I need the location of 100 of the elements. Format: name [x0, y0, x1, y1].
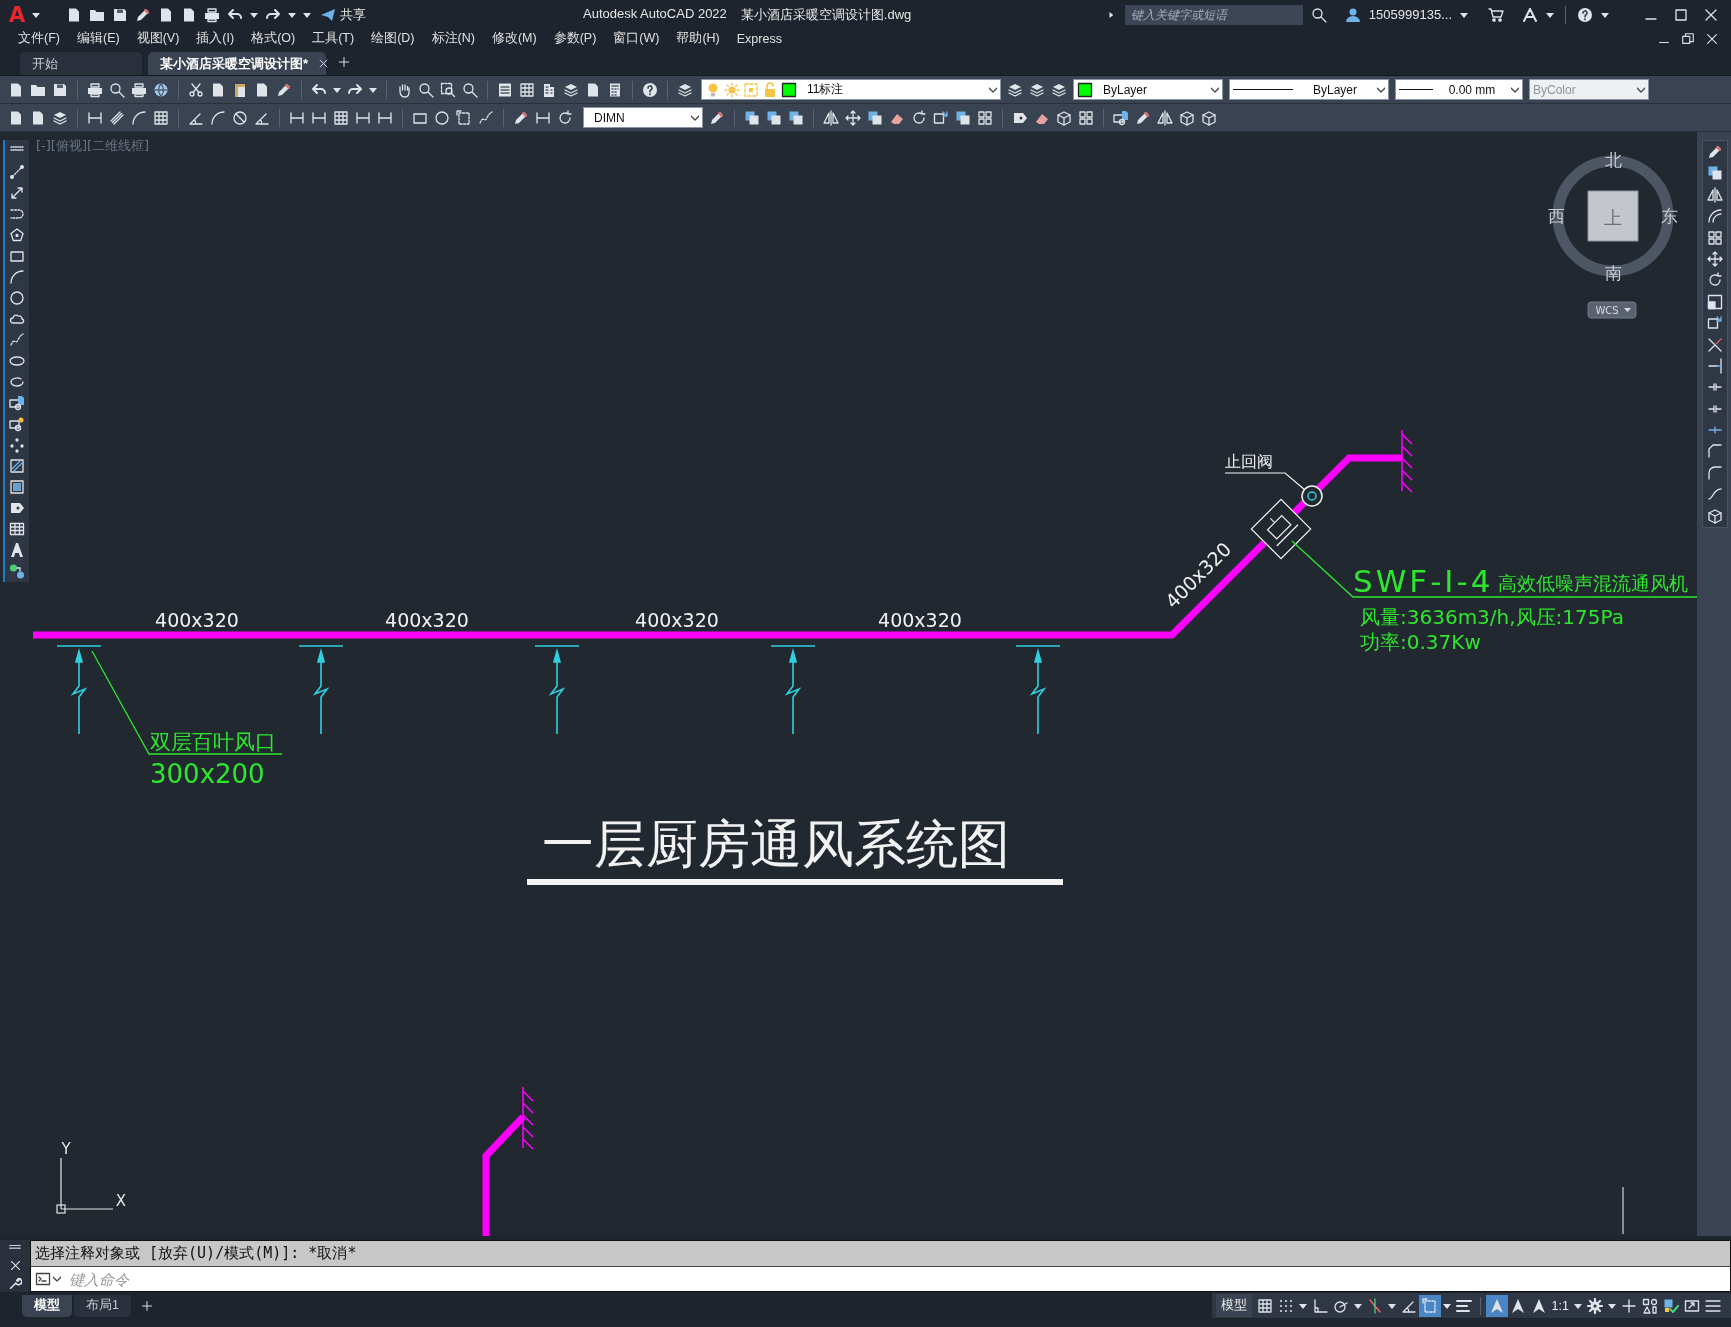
copy-icon[interactable] [744, 109, 760, 126]
document-icon[interactable] [8, 81, 24, 98]
table-icon[interactable] [9, 521, 25, 537]
compass-east-label[interactable]: 东 [1660, 206, 1678, 226]
isolate-icon[interactable] [1642, 1297, 1658, 1314]
close-icon[interactable] [1705, 31, 1719, 46]
hand-icon[interactable] [396, 81, 412, 98]
help-icon[interactable] [642, 81, 658, 98]
line-icon[interactable] [9, 164, 25, 180]
circle-icon[interactable] [9, 290, 25, 306]
mirror-icon[interactable] [1707, 186, 1723, 203]
snap-toggle-icon[interactable] [1277, 1297, 1294, 1314]
dimension-style-dropdown[interactable]: DIMN [583, 107, 703, 128]
annoscale-toggle-icon[interactable] [1530, 1297, 1547, 1314]
menu-item[interactable]: 参数(P) [553, 30, 597, 47]
gradient-icon[interactable] [9, 479, 25, 495]
array-icon[interactable] [1078, 109, 1094, 126]
grid-icon[interactable] [153, 109, 169, 126]
document-tab[interactable]: 某小酒店采暖空调设计图* [148, 52, 326, 75]
compass-north-label[interactable]: 北 [1604, 150, 1622, 170]
brush-icon[interactable] [1707, 144, 1723, 160]
move-icon[interactable] [1707, 250, 1723, 267]
share-button[interactable]: 共享 [318, 5, 369, 24]
autoscale-toggle-icon[interactable] [1509, 1297, 1526, 1314]
menu-item[interactable]: 绘图(D) [371, 30, 415, 47]
zoom-window-icon[interactable] [440, 81, 456, 98]
document-icon[interactable] [210, 81, 226, 98]
copy-icon[interactable] [1707, 165, 1723, 182]
clipboard-icon[interactable] [232, 81, 248, 98]
text-tool-icon[interactable] [9, 542, 25, 558]
cube-icon[interactable] [1707, 507, 1723, 524]
menu-icon[interactable] [1705, 1297, 1721, 1314]
menu-item[interactable]: 格式(O) [251, 30, 296, 47]
arc-icon[interactable] [210, 109, 226, 126]
extend-icon[interactable] [1707, 357, 1723, 374]
floppy-icon[interactable] [112, 6, 129, 23]
chamfer-icon[interactable] [1707, 443, 1723, 460]
brush-icon[interactable] [135, 6, 152, 23]
cube-icon[interactable] [1201, 109, 1217, 126]
menu-item[interactable]: 文件(F) [18, 30, 60, 47]
fillet-icon[interactable] [1707, 464, 1723, 481]
grid-icon[interactable] [333, 109, 349, 126]
scale-icon[interactable] [1707, 293, 1723, 310]
hardware-icon[interactable] [1663, 1297, 1679, 1314]
block-new-icon[interactable] [9, 416, 25, 432]
document-tab[interactable]: 开始 [20, 52, 142, 75]
cube-icon[interactable] [1056, 109, 1072, 126]
arrow-line-icon[interactable] [9, 185, 25, 201]
copy-icon[interactable] [955, 109, 971, 126]
floppy-icon[interactable] [52, 81, 68, 98]
block-icon[interactable] [9, 395, 25, 411]
spline-icon[interactable] [9, 332, 25, 348]
tab-close-icon[interactable] [318, 58, 330, 69]
terminal-icon[interactable] [35, 1271, 51, 1287]
circle-slash-icon[interactable] [232, 109, 248, 126]
brush-icon[interactable] [276, 81, 292, 98]
blend-icon[interactable] [1707, 486, 1723, 503]
polygon-icon[interactable] [9, 227, 25, 243]
arc-icon[interactable] [131, 109, 147, 126]
aligned-dim-icon[interactable] [109, 109, 125, 126]
printer-icon[interactable] [204, 6, 221, 23]
lineweight-dropdown[interactable]: 0.00 mm [1395, 79, 1523, 100]
user-name[interactable]: 1505999135... [1368, 7, 1452, 22]
menu-item[interactable]: Express [736, 31, 782, 46]
document-icon[interactable] [254, 81, 270, 98]
point-icon[interactable] [9, 437, 25, 453]
copy-icon[interactable] [867, 109, 883, 126]
block-icon[interactable] [1113, 109, 1129, 126]
layout-tab[interactable]: 模型 [22, 1294, 72, 1317]
user-icon[interactable] [1344, 6, 1361, 23]
brush-icon[interactable] [1135, 109, 1151, 126]
printer-icon[interactable] [131, 81, 147, 98]
brush-icon[interactable] [513, 109, 529, 126]
search-icon[interactable] [1310, 6, 1327, 23]
array-icon[interactable] [1707, 229, 1723, 246]
rectangle-icon[interactable] [9, 248, 25, 264]
calculator-icon[interactable] [607, 81, 623, 98]
menu-item[interactable]: 插入(I) [196, 30, 235, 47]
model-space-button[interactable]: 模型 [1215, 1294, 1252, 1317]
annotation-toggle-icon[interactable] [1488, 1297, 1505, 1314]
command-menu-button[interactable] [31, 1267, 61, 1291]
ellipse-icon[interactable] [9, 353, 25, 369]
circle-icon[interactable] [434, 109, 450, 126]
new-tab-icon[interactable] [338, 55, 350, 68]
menu-item[interactable]: 修改(M) [491, 30, 537, 47]
scissors-icon[interactable] [188, 81, 204, 98]
restore-icon[interactable] [1681, 31, 1695, 46]
array-icon[interactable] [977, 109, 993, 126]
rotate-icon[interactable] [1707, 272, 1723, 289]
compass-south-label[interactable]: 南 [1604, 263, 1622, 283]
hatch-icon[interactable] [9, 458, 25, 474]
linetype-dropdown[interactable]: ByLayer [1229, 79, 1389, 100]
document-icon[interactable] [30, 109, 46, 126]
ellipse-arc-icon[interactable] [9, 374, 25, 390]
annotation-scale[interactable]: 1:1 [1551, 1298, 1569, 1313]
globe-icon[interactable] [153, 81, 169, 98]
layers-icon[interactable] [677, 81, 693, 98]
wrench-icon[interactable] [8, 1276, 22, 1291]
copy-icon[interactable] [788, 109, 804, 126]
menu-item[interactable]: 窗口(W) [613, 30, 660, 47]
